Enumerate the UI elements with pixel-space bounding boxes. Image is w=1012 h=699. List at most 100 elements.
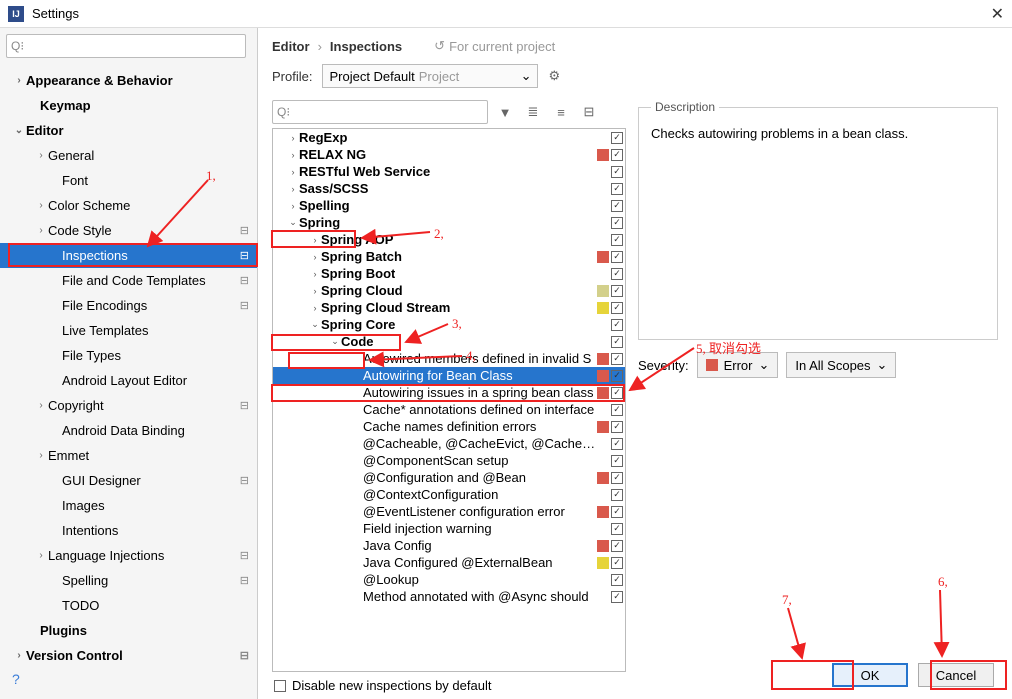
profile-select[interactable]: Project DefaultProject ⌄	[322, 64, 538, 88]
inspection-checkbox[interactable]	[611, 234, 623, 246]
inspection-row[interactable]: @Lookup	[273, 571, 625, 588]
sidebar-item-file-encodings[interactable]: File Encodings⊟	[0, 293, 257, 318]
filter-icon[interactable]: ▼	[494, 101, 516, 123]
inspection-row[interactable]: ›Spring Cloud	[273, 282, 625, 299]
inspection-checkbox[interactable]	[611, 217, 623, 229]
inspection-row[interactable]: ›Spelling	[273, 197, 625, 214]
sidebar-item-editor[interactable]: ⌄Editor	[0, 118, 257, 143]
inspection-row[interactable]: @ComponentScan setup	[273, 452, 625, 469]
inspection-checkbox[interactable]	[611, 387, 623, 399]
sidebar-item-file-and-code-templates[interactable]: File and Code Templates⊟	[0, 268, 257, 293]
inspection-checkbox[interactable]	[611, 557, 623, 569]
sidebar-item-code-style[interactable]: ›Code Style⊟	[0, 218, 257, 243]
inspection-row[interactable]: ›Spring AOP	[273, 231, 625, 248]
inspection-search-input[interactable]: Q⁝	[272, 100, 488, 124]
settings-tree[interactable]: ›Appearance & BehaviorKeymap⌄Editor›Gene…	[0, 64, 257, 699]
inspection-row[interactable]: Autowiring for Bean Class	[273, 367, 625, 384]
inspection-row[interactable]: Autowired members defined in invalid S	[273, 350, 625, 367]
inspection-checkbox[interactable]	[611, 319, 623, 331]
inspection-row[interactable]: Java Config	[273, 537, 625, 554]
inspection-row[interactable]: ⌄Spring	[273, 214, 625, 231]
inspection-checkbox[interactable]	[611, 404, 623, 416]
inspection-checkbox[interactable]	[611, 302, 623, 314]
disable-new-checkbox[interactable]	[274, 680, 286, 692]
inspection-checkbox[interactable]	[611, 438, 623, 450]
sidebar-item-color-scheme[interactable]: ›Color Scheme	[0, 193, 257, 218]
sidebar-item-font[interactable]: Font	[0, 168, 257, 193]
inspection-row[interactable]: ›RESTful Web Service	[273, 163, 625, 180]
gear-icon[interactable]: ⚙	[548, 68, 560, 84]
sidebar-item-live-templates[interactable]: Live Templates	[0, 318, 257, 343]
gear-icon: ⊟	[240, 249, 249, 262]
inspection-checkbox[interactable]	[611, 200, 623, 212]
sidebar-item-plugins[interactable]: Plugins	[0, 618, 257, 643]
inspection-checkbox[interactable]	[611, 183, 623, 195]
sidebar-item-copyright[interactable]: ›Copyright⊟	[0, 393, 257, 418]
sidebar-item-general[interactable]: ›General	[0, 143, 257, 168]
inspection-checkbox[interactable]	[611, 421, 623, 433]
sidebar-item-appearance-behavior[interactable]: ›Appearance & Behavior	[0, 68, 257, 93]
inspection-checkbox[interactable]	[611, 251, 623, 263]
inspection-row[interactable]: Method annotated with @Async should	[273, 588, 625, 605]
inspection-tree[interactable]: ›RegExp›RELAX NG›RESTful Web Service›Sas…	[272, 128, 626, 672]
inspection-checkbox[interactable]	[611, 268, 623, 280]
inspection-checkbox[interactable]	[611, 591, 623, 603]
sidebar-item-todo[interactable]: TODO	[0, 593, 257, 618]
inspection-row[interactable]: @Cacheable, @CacheEvict, @CachePut,	[273, 435, 625, 452]
inspection-checkbox[interactable]	[611, 455, 623, 467]
inspection-checkbox[interactable]	[611, 523, 623, 535]
scope-select[interactable]: In All Scopes⌄	[786, 352, 896, 378]
sidebar-item-intentions[interactable]: Intentions	[0, 518, 257, 543]
inspection-row[interactable]: @ContextConfiguration	[273, 486, 625, 503]
inspection-row[interactable]: ›Spring Batch	[273, 248, 625, 265]
inspection-checkbox[interactable]	[611, 472, 623, 484]
inspection-row[interactable]: ⌄Code	[273, 333, 625, 350]
inspection-row[interactable]: ›Spring Cloud Stream	[273, 299, 625, 316]
sidebar-search-input[interactable]: Q⁝	[6, 34, 246, 58]
reset-icon[interactable]: ⊟	[578, 101, 600, 123]
sidebar-item-spelling[interactable]: Spelling⊟	[0, 568, 257, 593]
inspection-checkbox[interactable]	[611, 166, 623, 178]
inspection-checkbox[interactable]	[611, 489, 623, 501]
inspection-checkbox[interactable]	[611, 506, 623, 518]
inspection-checkbox[interactable]	[611, 370, 623, 382]
sidebar-item-gui-designer[interactable]: GUI Designer⊟	[0, 468, 257, 493]
inspection-checkbox[interactable]	[611, 336, 623, 348]
inspection-checkbox[interactable]	[611, 285, 623, 297]
inspection-row[interactable]: @Configuration and @Bean	[273, 469, 625, 486]
inspection-checkbox[interactable]	[611, 149, 623, 161]
inspection-row[interactable]: Java Configured @ExternalBean	[273, 554, 625, 571]
description-title: Description	[651, 100, 719, 114]
sidebar-item-images[interactable]: Images	[0, 493, 257, 518]
inspection-row[interactable]: ⌄Spring Core	[273, 316, 625, 333]
inspection-row[interactable]: ›RegExp	[273, 129, 625, 146]
inspection-checkbox[interactable]	[611, 132, 623, 144]
help-icon[interactable]: ?	[12, 671, 20, 687]
sidebar-item-android-data-binding[interactable]: Android Data Binding	[0, 418, 257, 443]
inspection-row[interactable]: Cache names definition errors	[273, 418, 625, 435]
sidebar-item-language-injections[interactable]: ›Language Injections⊟	[0, 543, 257, 568]
ok-button[interactable]: OK	[832, 663, 908, 687]
inspection-row[interactable]: Autowiring issues in a spring bean class	[273, 384, 625, 401]
inspection-row[interactable]: ›RELAX NG	[273, 146, 625, 163]
close-icon[interactable]: ✕	[991, 4, 1004, 24]
cancel-button[interactable]: Cancel	[918, 663, 994, 687]
inspection-checkbox[interactable]	[611, 353, 623, 365]
sidebar-item-inspections[interactable]: Inspections⊟	[0, 243, 257, 268]
sidebar-item-emmet[interactable]: ›Emmet	[0, 443, 257, 468]
sidebar-item-keymap[interactable]: Keymap	[0, 93, 257, 118]
inspection-checkbox[interactable]	[611, 540, 623, 552]
window-title: Settings	[32, 6, 79, 21]
inspection-row[interactable]: Cache* annotations defined on interface	[273, 401, 625, 418]
inspection-row[interactable]: ›Spring Boot	[273, 265, 625, 282]
inspection-row[interactable]: ›Sass/SCSS	[273, 180, 625, 197]
inspection-checkbox[interactable]	[611, 574, 623, 586]
inspection-row[interactable]: Field injection warning	[273, 520, 625, 537]
sidebar-item-version-control[interactable]: ›Version Control⊟	[0, 643, 257, 668]
severity-label: Severity:	[638, 358, 689, 373]
inspection-row[interactable]: @EventListener configuration error	[273, 503, 625, 520]
sidebar-item-android-layout-editor[interactable]: Android Layout Editor	[0, 368, 257, 393]
collapse-all-icon[interactable]: ≡	[550, 101, 572, 123]
expand-all-icon[interactable]: ≣	[522, 101, 544, 123]
sidebar-item-file-types[interactable]: File Types	[0, 343, 257, 368]
